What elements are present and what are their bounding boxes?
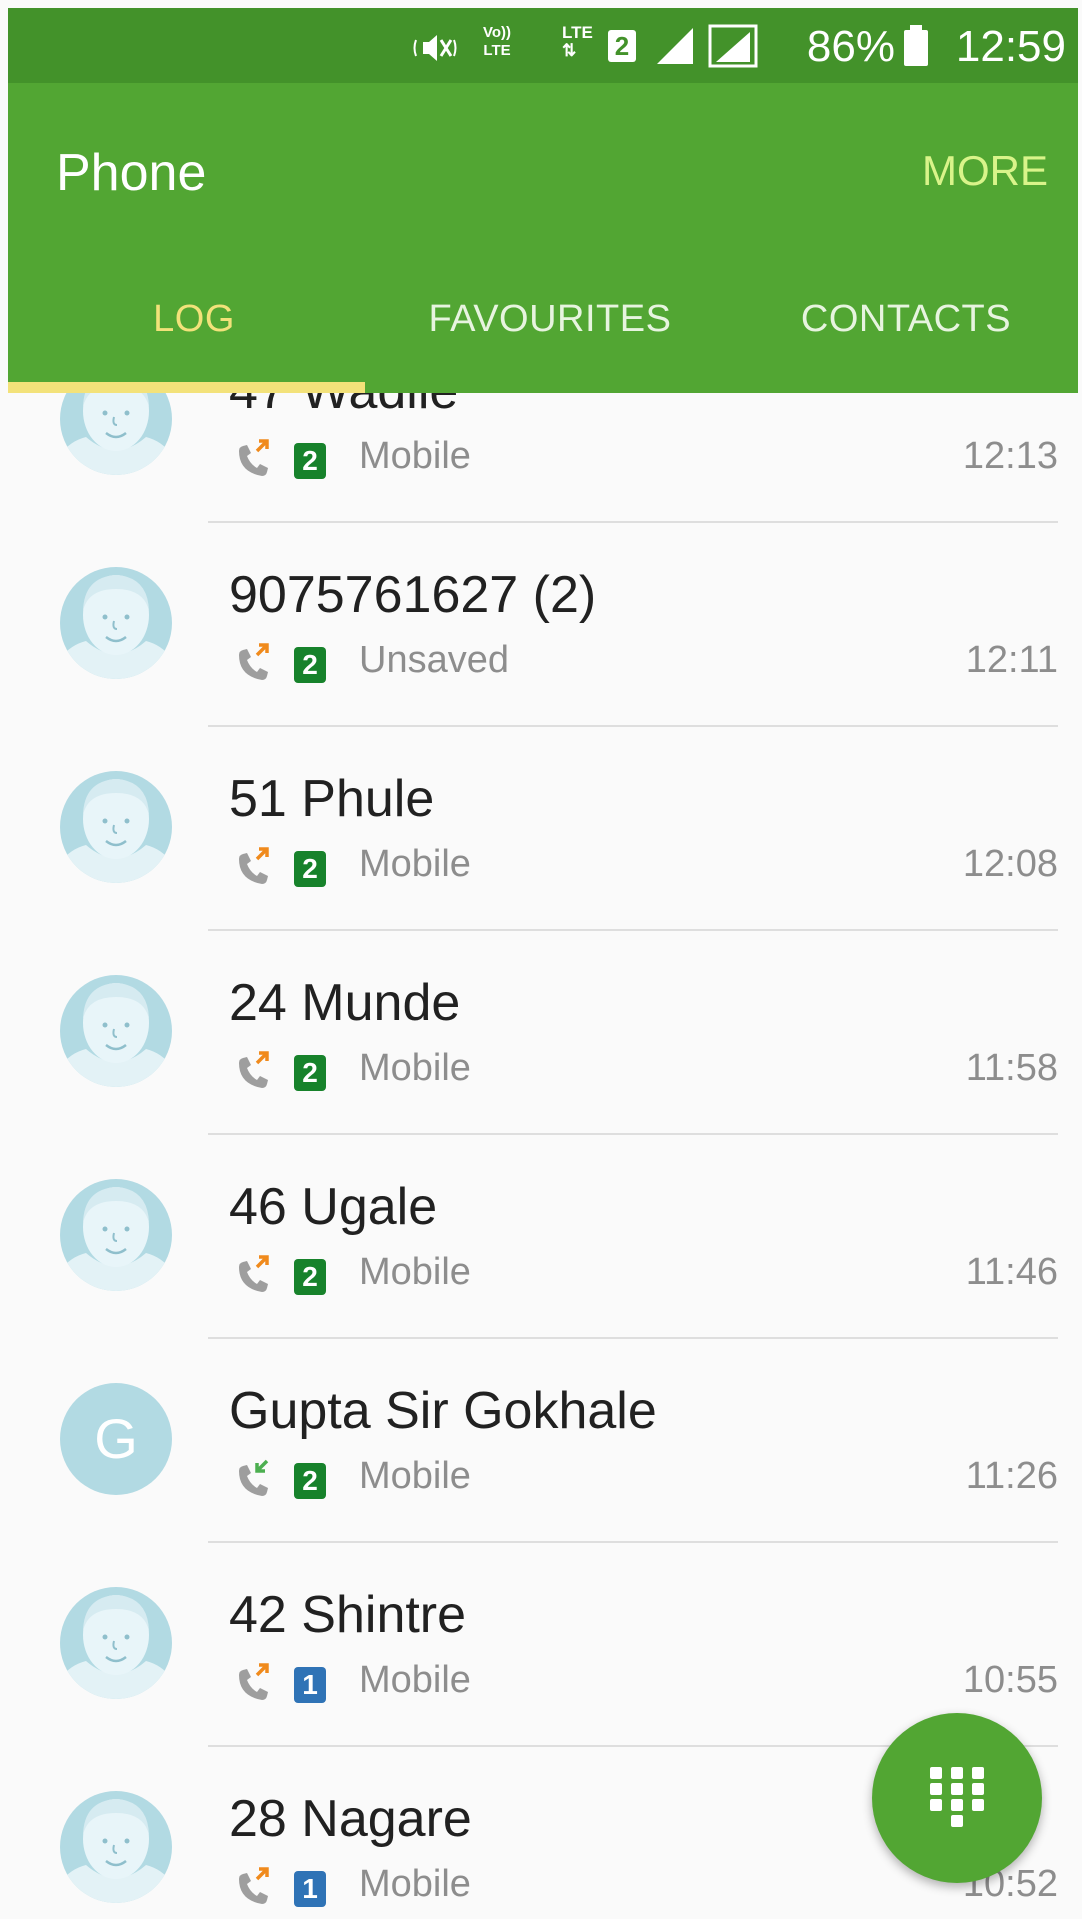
contact-avatar-icon[interactable] bbox=[60, 1179, 172, 1291]
sim-indicator-icon: 2 bbox=[294, 1055, 326, 1091]
call-time: 11:26 bbox=[965, 1455, 1058, 1497]
call-log-list[interactable]: 47 Wadile 2 Mobile 12:13 9075761627 (2) 2 Unsa… bbox=[0, 393, 1082, 1919]
outgoing-call-icon bbox=[239, 439, 269, 476]
signal-strength-icon bbox=[657, 28, 693, 64]
call-time: 12:11 bbox=[965, 639, 1058, 681]
number-type: Mobile bbox=[359, 843, 471, 885]
number-type: Mobile bbox=[359, 1251, 471, 1293]
call-time: 11:58 bbox=[965, 1047, 1058, 1089]
sim-indicator-icon: 2 bbox=[294, 851, 326, 887]
app-title: Phone bbox=[56, 144, 207, 202]
outgoing-call-icon bbox=[239, 847, 269, 884]
contact-avatar-icon[interactable] bbox=[60, 1791, 172, 1903]
number-type: Mobile bbox=[359, 1455, 471, 1497]
contact-avatar-icon[interactable] bbox=[60, 1587, 172, 1699]
call-log-row[interactable]: 9075761627 (2) 2 Unsaved 12:11 bbox=[0, 523, 1082, 727]
more-button[interactable]: MORE bbox=[922, 147, 1048, 195]
contact-name: 28 Nagare bbox=[229, 1790, 472, 1848]
contact-name: 42 Shintre bbox=[229, 1586, 467, 1644]
status-bar: Vo)) LTE LTE ⇅ 2 86% 12:59 bbox=[8, 8, 1078, 83]
status-time: 12:59 bbox=[955, 22, 1066, 71]
contact-avatar-icon[interactable] bbox=[60, 567, 172, 679]
call-time: 12:08 bbox=[962, 843, 1058, 885]
contact-name: Gupta Sir Gokhale bbox=[229, 1382, 657, 1440]
call-log-row[interactable]: 24 Munde 2 Mobile 11:58 bbox=[0, 931, 1082, 1135]
call-log-row[interactable]: 51 Phule 2 Mobile 12:08 bbox=[0, 727, 1082, 931]
number-type: Mobile bbox=[359, 1659, 471, 1701]
tab-favourites[interactable]: FAVOURITES bbox=[372, 298, 728, 341]
contact-avatar-icon[interactable] bbox=[60, 393, 172, 475]
volte-icon: Vo)) LTE bbox=[483, 24, 512, 59]
outgoing-call-icon bbox=[239, 1255, 269, 1292]
dialpad-button[interactable] bbox=[872, 1713, 1042, 1883]
sim-slot-badge: 2 bbox=[608, 30, 636, 62]
sim-indicator-icon: 2 bbox=[294, 443, 326, 479]
lte-icon: LTE ⇅ bbox=[562, 23, 593, 60]
call-log-row[interactable]: 46 Ugale 2 Mobile 11:46 bbox=[0, 1135, 1082, 1339]
contact-name: 51 Phule bbox=[229, 770, 435, 828]
sim-indicator-icon: 2 bbox=[294, 1259, 326, 1295]
call-time: 11:46 bbox=[965, 1251, 1058, 1293]
outgoing-call-icon bbox=[239, 1867, 269, 1904]
battery-icon bbox=[904, 25, 928, 66]
sim-indicator-icon: 1 bbox=[294, 1871, 326, 1907]
tab-indicator bbox=[8, 382, 365, 393]
contact-avatar-icon[interactable] bbox=[60, 771, 172, 883]
call-time: 10:55 bbox=[962, 1659, 1058, 1701]
incoming-call-icon bbox=[239, 1459, 269, 1496]
outgoing-call-icon bbox=[239, 1663, 269, 1700]
call-time: 12:13 bbox=[962, 435, 1058, 477]
dialpad-icon bbox=[930, 1767, 984, 1827]
sim-indicator-icon: 1 bbox=[294, 1667, 326, 1703]
outgoing-call-icon bbox=[239, 1051, 269, 1088]
avatar-initial: G bbox=[94, 1407, 138, 1470]
contact-name: 9075761627 (2) bbox=[229, 566, 597, 624]
call-log-row[interactable]: 47 Wadile 2 Mobile 12:13 bbox=[0, 393, 1082, 523]
outgoing-call-icon bbox=[239, 643, 269, 680]
contact-name: 47 Wadile bbox=[229, 393, 458, 421]
signal-strength-sim2-icon bbox=[708, 24, 758, 68]
tab-contacts[interactable]: CONTACTS bbox=[728, 298, 1082, 341]
number-type: Unsaved bbox=[359, 639, 509, 681]
sim-indicator-icon: 2 bbox=[294, 647, 326, 683]
call-log-row[interactable]: G Gupta Sir Gokhale 2 Mobile 11:26 bbox=[0, 1339, 1082, 1543]
call-log-row[interactable]: 42 Shintre 1 Mobile 10:55 bbox=[0, 1543, 1082, 1747]
number-type: Mobile bbox=[359, 1863, 471, 1905]
tab-log[interactable]: LOG bbox=[16, 298, 372, 341]
contact-name: 24 Munde bbox=[229, 974, 461, 1032]
sim-indicator-icon: 2 bbox=[294, 1463, 326, 1499]
battery-percentage: 86% bbox=[806, 22, 895, 71]
number-type: Mobile bbox=[359, 1047, 471, 1089]
contact-name: 46 Ugale bbox=[229, 1178, 438, 1236]
contact-initial-avatar[interactable]: G bbox=[60, 1383, 172, 1495]
app-bar: Phone MORE LOG FAVOURITES CONTACTS bbox=[8, 83, 1078, 393]
number-type: Mobile bbox=[359, 435, 471, 477]
contact-avatar-icon[interactable] bbox=[60, 975, 172, 1087]
mute-icon bbox=[413, 30, 457, 74]
